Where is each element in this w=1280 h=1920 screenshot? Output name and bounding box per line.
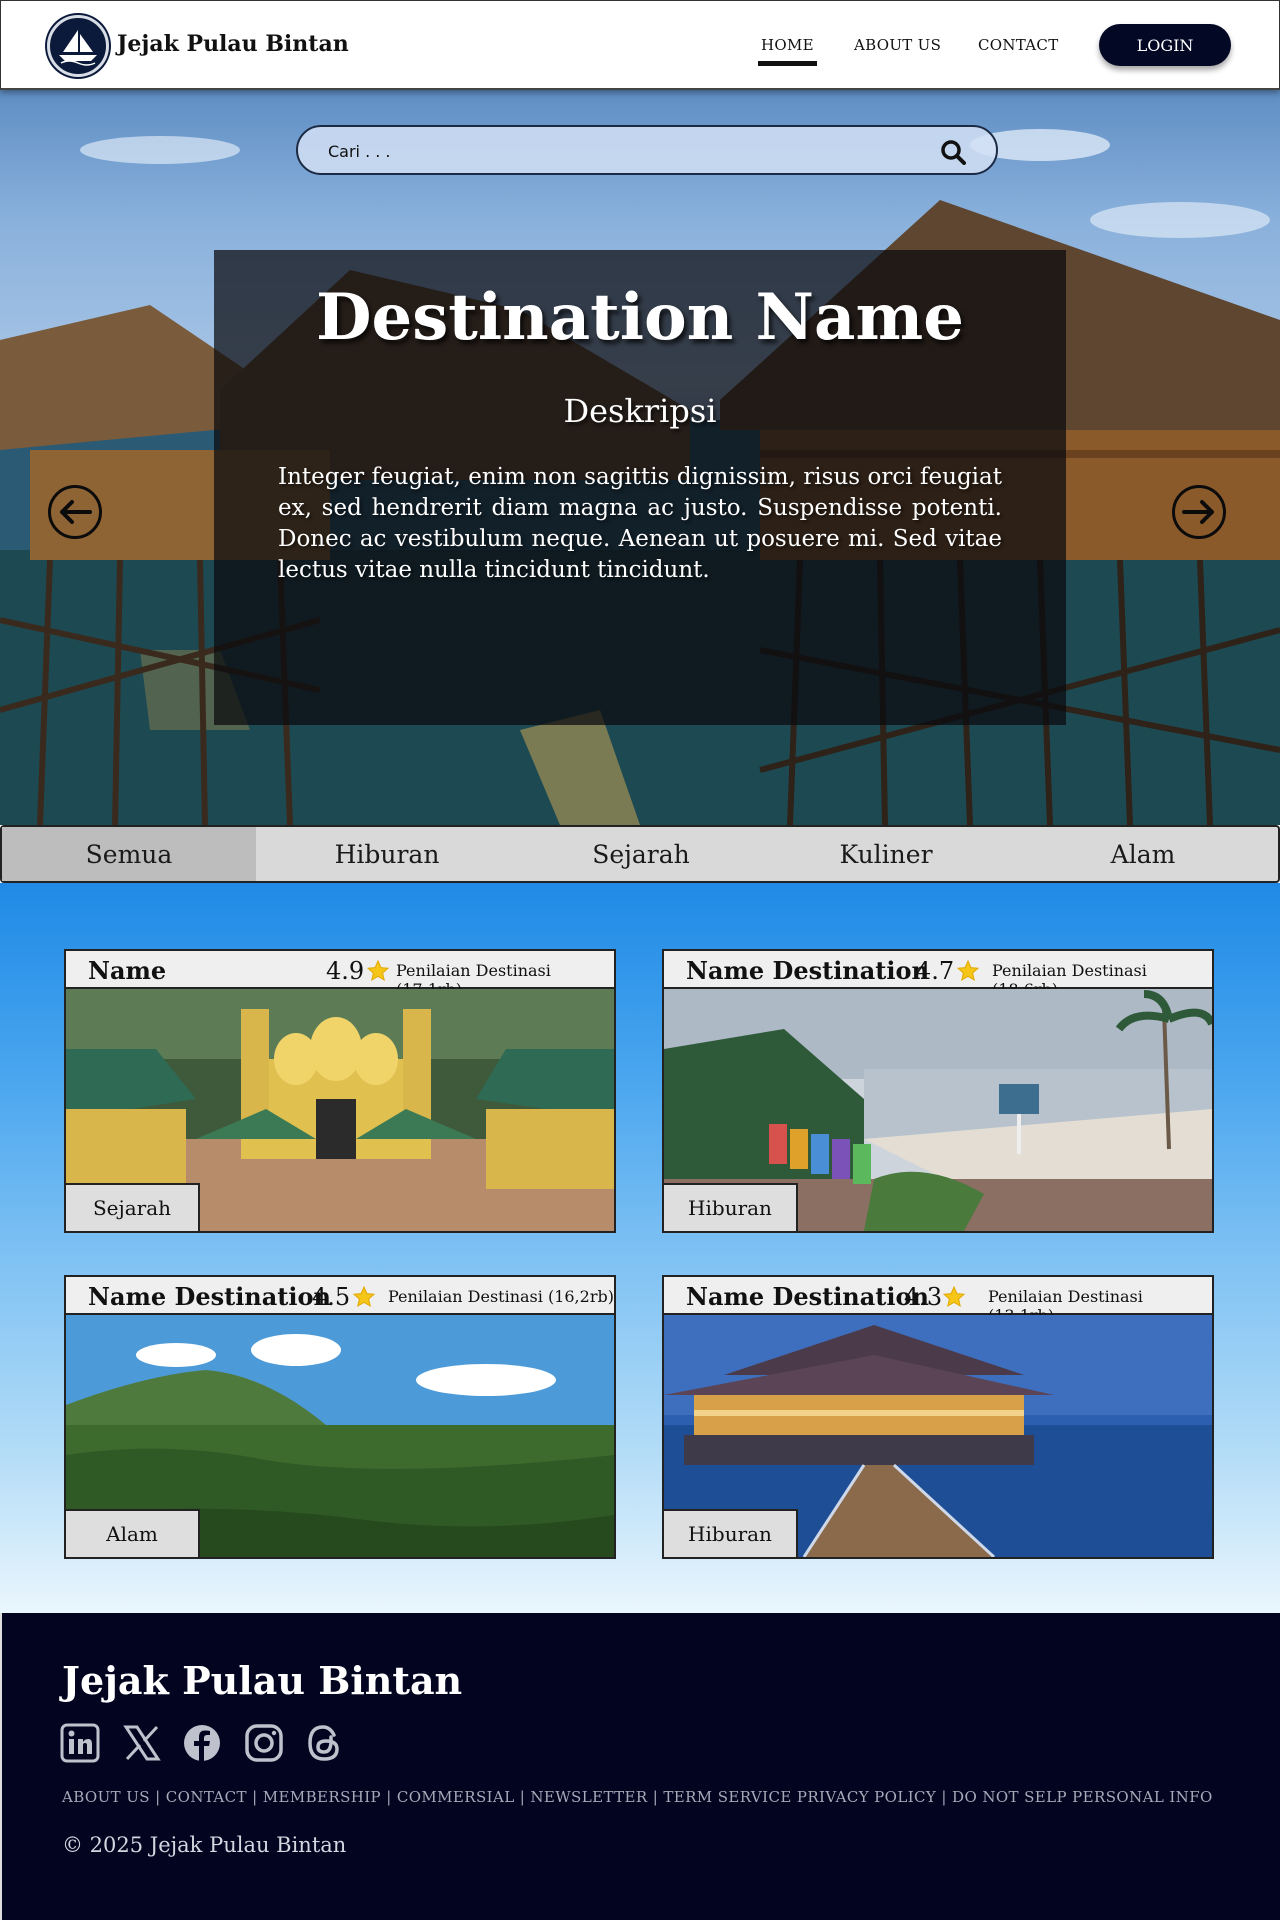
nav-about-link[interactable]: ABOUT US — [854, 36, 941, 54]
destination-description: Integer feugiat, enim non sagittis digni… — [278, 464, 1002, 583]
nav-home-link[interactable]: HOME — [758, 36, 817, 66]
card-destination-name[interactable]: Name Destination — [88, 1282, 331, 1311]
tab-semua[interactable]: Semua — [2, 827, 256, 881]
login-button[interactable]: LOGIN — [1099, 24, 1231, 66]
card-category-badge[interactable]: Hiburan — [664, 1509, 798, 1557]
destination-card[interactable]: Name Destination 4.7 Penilaian Destinasi… — [662, 949, 1214, 1233]
card-destination-name[interactable]: Name Destination — [686, 956, 929, 985]
tab-hiburan[interactable]: Hiburan — [256, 827, 518, 881]
tab-sejarah[interactable]: Sejarah — [518, 827, 764, 881]
search-input[interactable] — [328, 139, 888, 163]
destination-title: Destination Name — [316, 280, 964, 355]
footer-links[interactable]: ABOUT US | CONTACT | MEMBERSHIP | COMMER… — [62, 1788, 1213, 1806]
x-icon[interactable] — [122, 1723, 162, 1763]
card-header: Name Destination 4.9 Penilaian Destinasi… — [66, 951, 614, 1015]
star-icon — [956, 959, 980, 982]
card-rating: 4.3 — [904, 1283, 943, 1311]
footer-brand: Jejak Pulau Bintan — [62, 1658, 463, 1703]
hero-section: Destination Name Deskripsi Integer feugi… — [0, 90, 1280, 825]
card-header: Name Destination 4.3 Penilaian Destinasi… — [664, 1277, 1212, 1325]
navbar: Jejak Pulau Bintan HOME ABOUT US CONTACT… — [0, 0, 1280, 90]
brand-name[interactable]: Jejak Pulau Bintan — [117, 31, 349, 57]
tab-alam[interactable]: Alam — [1008, 827, 1278, 881]
card-category-badge[interactable]: Sejarah — [66, 1183, 200, 1231]
nav-contact-link[interactable]: CONTACT — [978, 36, 1059, 54]
card-destination-name[interactable]: Name Destination — [686, 1282, 929, 1311]
destination-grid: Name Destination 4.9 Penilaian Destinasi… — [0, 883, 1280, 1613]
card-category-badge[interactable]: Hiburan — [664, 1183, 798, 1231]
card-header: Name Destination 4.7 Penilaian Destinasi… — [664, 951, 1212, 999]
linkedin-icon[interactable] — [60, 1723, 100, 1763]
footer-copyright: © 2025 Jejak Pulau Bintan — [62, 1833, 347, 1857]
search-icon[interactable] — [940, 139, 966, 165]
tab-kuliner[interactable]: Kuliner — [764, 827, 1008, 881]
card-rating: 4.5 — [312, 1283, 351, 1311]
destination-subtitle: Deskripsi — [563, 392, 717, 430]
destination-card[interactable]: Name Destination 4.9 Penilaian Destinasi… — [64, 949, 616, 1233]
destination-card[interactable]: Name Destination 4.5 Penilaian Destinasi… — [64, 1275, 616, 1559]
next-arrow-icon[interactable] — [1172, 485, 1226, 539]
footer: Jejak Pulau Bintan ABOUT US | CONTACT | … — [0, 1613, 1280, 1920]
card-rating: 4.9 — [326, 957, 365, 985]
destination-card[interactable]: Name Destination 4.3 Penilaian Destinasi… — [662, 1275, 1214, 1559]
card-rating: 4.7 — [916, 957, 955, 985]
star-icon — [366, 959, 390, 982]
card-category-badge[interactable]: Alam — [66, 1509, 200, 1557]
threads-icon[interactable] — [304, 1723, 344, 1763]
card-reviews: Penilaian Destinasi (16,2rb) — [388, 1287, 614, 1306]
card-header: Name Destination 4.5 Penilaian Destinasi… — [66, 1277, 614, 1315]
boat-logo-icon[interactable] — [47, 15, 109, 77]
category-tabs: Semua Hiburan Sejarah Kuliner Alam — [0, 825, 1280, 883]
prev-arrow-icon[interactable] — [48, 485, 102, 539]
instagram-icon[interactable] — [244, 1723, 284, 1763]
destination-overlay: Destination Name Deskripsi Integer feugi… — [214, 250, 1066, 725]
star-icon — [942, 1285, 966, 1308]
star-icon — [352, 1285, 376, 1308]
search-bar[interactable] — [296, 125, 998, 175]
facebook-icon[interactable] — [182, 1723, 222, 1763]
